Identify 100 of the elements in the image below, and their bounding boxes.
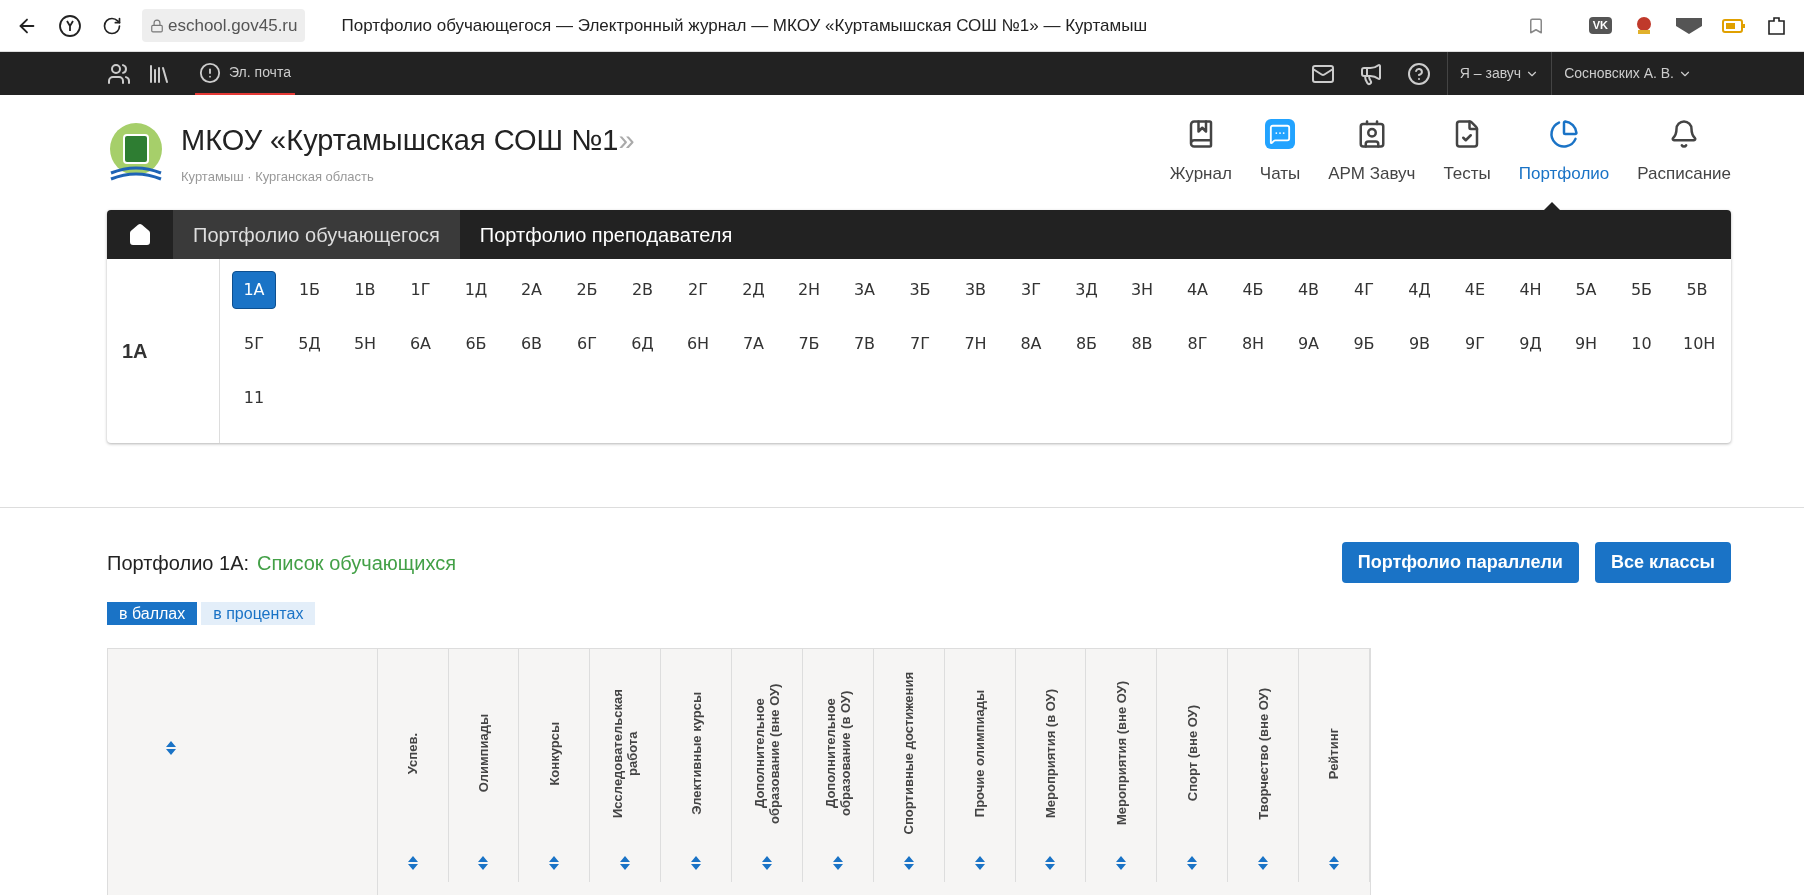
sort-icon[interactable] (1116, 856, 1127, 870)
sort-icon[interactable] (166, 741, 176, 755)
class-button[interactable]: 9Д (1508, 325, 1553, 363)
class-button[interactable]: 4Н (1508, 271, 1553, 309)
column-header: Дополнительное образование (вне ОУ) (751, 682, 782, 826)
class-button[interactable]: 1Г (398, 271, 443, 309)
browser-logo-icon[interactable] (58, 13, 82, 38)
class-button[interactable]: 4Г (1342, 271, 1386, 309)
class-button[interactable]: 6В (509, 325, 554, 363)
sort-icon[interactable] (407, 856, 418, 870)
class-button[interactable]: 3Б (898, 271, 942, 309)
nav-item[interactable]: Журнал (1169, 118, 1232, 187)
class-button[interactable]: 4В (1286, 271, 1331, 309)
class-button[interactable]: 7Б (787, 325, 831, 363)
user-menu[interactable]: Сосновских А. В. (1551, 52, 1704, 95)
class-button[interactable]: 2В (620, 271, 665, 309)
sort-icon[interactable] (1328, 856, 1339, 870)
sort-icon[interactable] (974, 856, 985, 870)
school-name: МКОУ «Куртамышская СОШ №1 (181, 123, 619, 158)
class-button[interactable]: 7А (731, 325, 776, 363)
class-button[interactable]: 3В (953, 271, 998, 309)
class-button[interactable]: 8В (1120, 325, 1164, 363)
class-button[interactable]: 8Н (1231, 325, 1275, 363)
puzzle-icon[interactable] (1766, 14, 1788, 37)
class-button[interactable]: 5А (1564, 271, 1608, 309)
class-button[interactable]: 9Б (1342, 325, 1386, 363)
mode-toggle[interactable]: в баллах (107, 602, 198, 625)
class-button[interactable]: 1Д (454, 271, 498, 309)
nav-item[interactable]: Тесты (1443, 118, 1491, 187)
class-button[interactable]: 5Б (1619, 271, 1664, 309)
reload-icon[interactable] (102, 15, 122, 36)
sort-icon[interactable] (903, 856, 914, 870)
class-button[interactable]: 3Н (1120, 271, 1164, 309)
current-class: 1А (122, 339, 148, 364)
class-button[interactable]: 6Б (454, 325, 498, 363)
extension-icon[interactable] (1676, 17, 1702, 34)
column-header: Дополнительное образование (в ОУ) (822, 689, 853, 819)
class-button[interactable]: 3А (842, 271, 887, 309)
class-button[interactable]: 6Н (676, 325, 720, 363)
sort-icon[interactable] (478, 856, 489, 870)
action-button[interactable]: Портфолио параллели (1341, 542, 1579, 583)
tab[interactable]: Портфолио обучающегося (173, 210, 460, 259)
class-button[interactable]: 7В (842, 325, 887, 363)
class-button[interactable]: 3Г (1009, 271, 1053, 309)
class-button[interactable]: 6Д (620, 325, 665, 363)
address-field[interactable]: eschool.gov45.ru (142, 8, 306, 43)
class-button[interactable]: 1Б (287, 271, 332, 309)
class-button[interactable]: 9Н (1564, 325, 1608, 363)
nav-item[interactable]: Портфолио (1518, 118, 1610, 187)
megaphone-icon[interactable] (1358, 61, 1383, 86)
sort-icon[interactable] (620, 856, 631, 870)
class-button[interactable]: 4Б (1231, 271, 1275, 309)
class-button[interactable]: 2А (509, 271, 554, 309)
battery-icon[interactable] (1722, 18, 1746, 33)
class-button[interactable]: 10 (1619, 325, 1664, 363)
sort-icon[interactable] (549, 856, 560, 870)
class-button[interactable]: 8Б (1064, 325, 1109, 363)
class-button[interactable]: 6Г (565, 325, 609, 363)
class-button[interactable]: 2Г (676, 271, 720, 309)
class-button[interactable]: 5Д (287, 325, 332, 363)
class-button[interactable]: 1А (232, 271, 276, 309)
help-icon[interactable] (1406, 61, 1431, 86)
class-button[interactable]: 5Н (343, 325, 387, 363)
action-button[interactable]: Все классы (1594, 542, 1731, 583)
sort-icon[interactable] (1187, 856, 1198, 870)
nav-item[interactable]: Расписание (1637, 118, 1731, 187)
sort-icon[interactable] (761, 856, 772, 870)
class-button[interactable]: 9В (1397, 325, 1442, 363)
class-button[interactable]: 11 (232, 379, 276, 417)
school-place: Куртамыш · Курганская область (181, 167, 375, 186)
sort-icon[interactable] (1258, 856, 1269, 870)
tab[interactable]: Портфолио преподавателя (459, 210, 753, 259)
mode-toggle[interactable]: в процентах (201, 602, 316, 625)
sort-icon[interactable] (1045, 856, 1056, 870)
class-button[interactable]: 4А (1175, 271, 1220, 309)
people-icon[interactable] (107, 61, 131, 86)
role-menu[interactable]: Я – завуч (1446, 52, 1552, 95)
class-button[interactable]: 6А (398, 325, 443, 363)
class-button[interactable]: 8А (1009, 325, 1053, 363)
extension-icon[interactable]: VK (1588, 17, 1612, 34)
class-button[interactable]: 4Д (1397, 271, 1442, 309)
class-button[interactable]: 7Г (898, 325, 942, 363)
class-button[interactable]: 9Г (1453, 325, 1497, 363)
class-button[interactable]: 2Б (565, 271, 609, 309)
class-button[interactable]: 4Е (1453, 271, 1497, 309)
sort-icon[interactable] (832, 856, 843, 870)
class-button[interactable]: 7Н (953, 325, 998, 363)
class-button[interactable]: 10Н (1675, 325, 1724, 363)
sort-icon[interactable] (691, 856, 702, 870)
class-button[interactable]: 8Г (1175, 325, 1220, 363)
class-button[interactable]: 2Д (731, 271, 776, 309)
class-button[interactable]: 9А (1286, 325, 1331, 363)
class-button[interactable]: 1В (343, 271, 387, 309)
nav-item[interactable]: АРМ Завуч (1328, 118, 1416, 187)
class-button[interactable]: 5Г (232, 325, 276, 363)
mail-link[interactable]: Эл. почта (195, 52, 295, 95)
class-button[interactable]: 5В (1675, 271, 1719, 309)
class-button[interactable]: 3Д (1064, 271, 1109, 309)
nav-item[interactable]: Чаты (1259, 118, 1301, 187)
class-button[interactable]: 2Н (787, 271, 831, 309)
